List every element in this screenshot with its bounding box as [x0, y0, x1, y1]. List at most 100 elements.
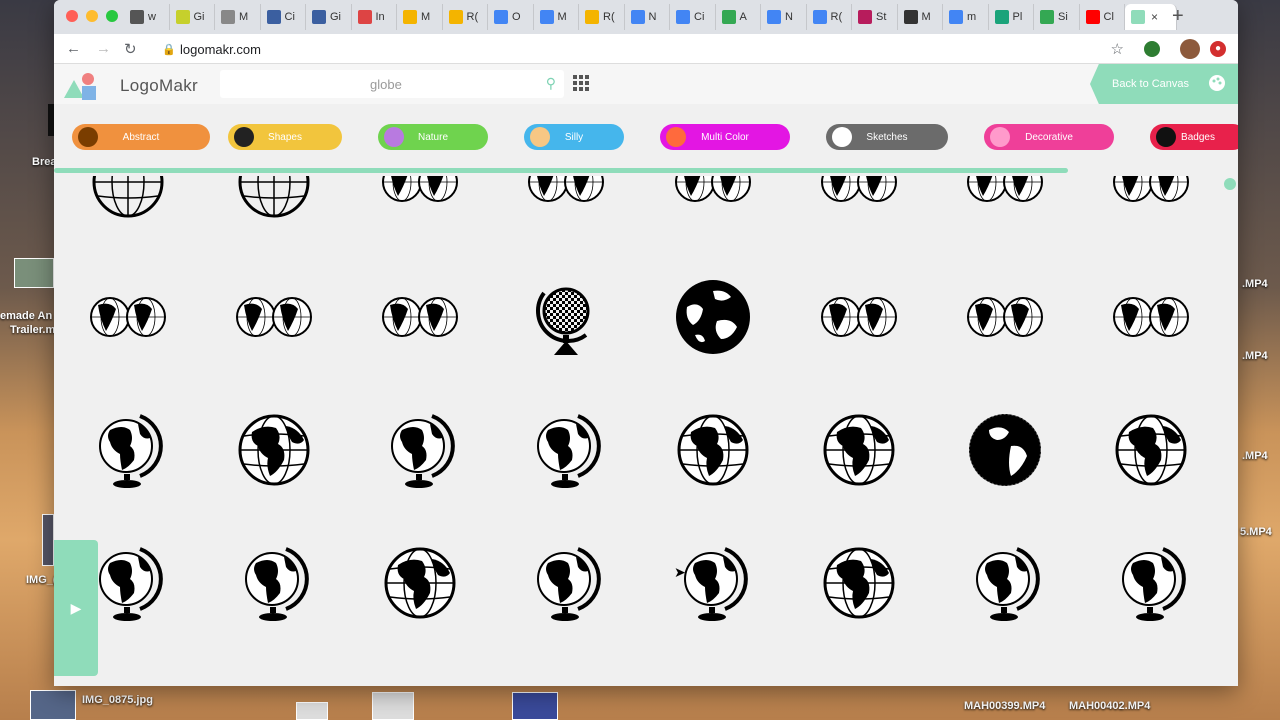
back-to-canvas-button[interactable]: Back to Canvas	[1090, 64, 1238, 104]
desktop-file-thumb[interactable]	[512, 692, 558, 720]
globe-icon[interactable]	[234, 543, 314, 623]
globe-icon[interactable]	[965, 543, 1045, 623]
globe-icon[interactable]	[234, 176, 314, 222]
browser-tab[interactable]: N	[761, 4, 807, 30]
browser-tab[interactable]: M	[898, 4, 943, 30]
minimize-window-button[interactable]	[86, 10, 98, 22]
desktop-file-label[interactable]: Trailer.m	[10, 324, 55, 336]
browser-tab[interactable]: m	[943, 4, 989, 30]
grid-menu-icon[interactable]	[573, 75, 589, 91]
globe-icon[interactable]	[965, 410, 1045, 490]
browser-tab[interactable]: M	[397, 4, 443, 30]
globe-icon[interactable]	[88, 543, 168, 623]
globe-icon[interactable]	[1111, 410, 1191, 490]
maximize-window-button[interactable]	[106, 10, 118, 22]
category-silly-button[interactable]: Silly	[524, 124, 624, 150]
desktop-file-label[interactable]: 5.MP4	[1240, 526, 1272, 538]
category-multi-color-button[interactable]: Multi Color	[660, 124, 790, 150]
category-shapes-button[interactable]: Shapes	[228, 124, 342, 150]
category-icon	[384, 127, 404, 147]
globe-icon[interactable]	[819, 176, 899, 222]
browser-tab[interactable]: A	[716, 4, 761, 30]
browser-tab[interactable]: St	[852, 4, 898, 30]
globe-icon[interactable]	[234, 277, 314, 357]
desktop-file-label[interactable]: MAH00399.MP4	[964, 700, 1045, 712]
globe-icon[interactable]	[1111, 543, 1191, 623]
desktop-file-label[interactable]: Brea	[32, 156, 56, 168]
browser-tab[interactable]: Cl	[1080, 4, 1125, 30]
globe-icon[interactable]	[88, 277, 168, 357]
profile-avatar[interactable]	[1180, 39, 1200, 59]
browser-tab[interactable]: O	[488, 4, 534, 30]
browser-tab[interactable]: w	[124, 4, 170, 30]
globe-icon[interactable]	[88, 410, 168, 490]
globe-icon[interactable]	[673, 277, 753, 357]
globe-icon[interactable]	[526, 543, 606, 623]
globe-icon[interactable]	[819, 543, 899, 623]
globe-icon[interactable]	[380, 277, 460, 357]
bookmark-star-icon[interactable]: ☆	[1111, 40, 1124, 58]
category-badges-button[interactable]: Badges	[1150, 124, 1238, 150]
browser-tab[interactable]: Si	[1034, 4, 1080, 30]
globe-icon[interactable]	[1111, 176, 1191, 222]
reload-icon[interactable]: ↻	[124, 40, 137, 58]
search-icon[interactable]: ⚲	[546, 75, 556, 92]
play-panel-button[interactable]: ▶	[54, 540, 98, 676]
globe-icon[interactable]	[673, 543, 753, 623]
globe-icon[interactable]	[819, 277, 899, 357]
address-bar-url[interactable]: logomakr.com	[180, 42, 261, 57]
browser-tab[interactable]: M	[534, 4, 579, 30]
desktop-file-label[interactable]: .MP4	[1242, 350, 1268, 362]
globe-icon[interactable]	[526, 176, 606, 222]
browser-tab-active[interactable]: ×	[1125, 4, 1177, 30]
desktop-file-thumb[interactable]	[42, 514, 54, 566]
browser-tab[interactable]: Ci	[670, 4, 716, 30]
browser-tab[interactable]: Ci	[261, 4, 306, 30]
globe-icon[interactable]	[380, 543, 460, 623]
extension-icon[interactable]: ●	[1210, 41, 1226, 57]
lock-icon[interactable]: 🔒	[162, 43, 176, 56]
globe-icon[interactable]	[88, 176, 168, 222]
desktop-file-thumb[interactable]	[14, 258, 54, 288]
extension-icon[interactable]	[1144, 41, 1160, 57]
desktop-file-thumb[interactable]	[296, 702, 328, 720]
browser-tab[interactable]: Gi	[170, 4, 215, 30]
globe-icon[interactable]	[673, 176, 753, 222]
browser-tab[interactable]: R(	[443, 4, 488, 30]
desktop-file-label[interactable]: emade An	[0, 310, 52, 322]
browser-tab[interactable]: N	[625, 4, 670, 30]
desktop-file-thumb[interactable]	[372, 692, 414, 720]
globe-icon[interactable]	[380, 410, 460, 490]
globe-icon[interactable]	[526, 277, 606, 357]
browser-tab[interactable]: M	[215, 4, 261, 30]
back-arrow-icon[interactable]: ←	[66, 40, 81, 57]
desktop-file-label[interactable]: IMG_0875.jpg	[82, 694, 153, 706]
globe-icon[interactable]	[673, 410, 753, 490]
desktop-file-label[interactable]: .MP4	[1242, 278, 1268, 290]
browser-tab[interactable]: Gi	[306, 4, 352, 30]
desktop-file-label[interactable]: MAH00402.MP4	[1069, 700, 1150, 712]
desktop-file-label[interactable]: IMG_(	[26, 574, 57, 586]
desktop-file-label[interactable]: .MP4	[1242, 450, 1268, 462]
browser-tab[interactable]: In	[352, 4, 397, 30]
globe-icon[interactable]	[965, 176, 1045, 222]
category-decorative-button[interactable]: Decorative	[984, 124, 1114, 150]
globe-icon[interactable]	[819, 410, 899, 490]
globe-icon[interactable]	[526, 410, 606, 490]
category-sketches-button[interactable]: Sketches	[826, 124, 948, 150]
category-abstract-button[interactable]: Abstract	[72, 124, 210, 150]
desktop-file-thumb[interactable]	[30, 690, 76, 720]
globe-icon[interactable]	[965, 277, 1045, 357]
browser-tab[interactable]: R(	[579, 4, 625, 30]
globe-icon[interactable]	[1111, 277, 1191, 357]
category-nature-button[interactable]: Nature	[378, 124, 488, 150]
search-input[interactable]: globe ⚲	[220, 70, 564, 98]
new-tab-button[interactable]: +	[1172, 5, 1184, 28]
close-window-button[interactable]	[66, 10, 78, 22]
globe-icon[interactable]	[380, 176, 460, 222]
forward-arrow-icon[interactable]: →	[96, 40, 111, 57]
browser-tab[interactable]: R(	[807, 4, 852, 30]
close-tab-icon[interactable]: ×	[1151, 10, 1158, 24]
globe-icon[interactable]	[234, 410, 314, 490]
browser-tab[interactable]: Pl	[989, 4, 1034, 30]
